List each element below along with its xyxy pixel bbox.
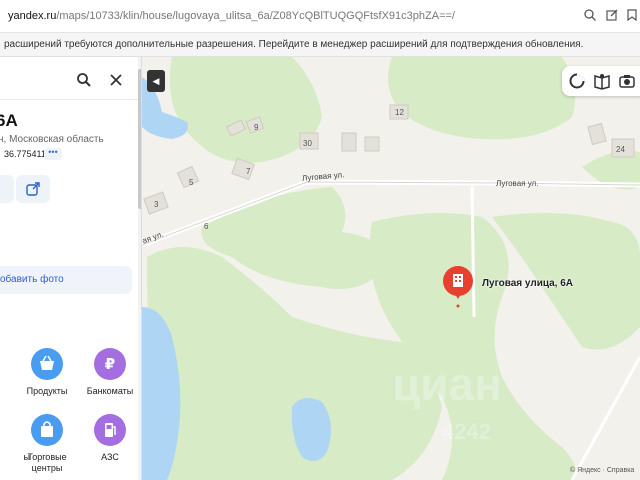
house-number: 12: [395, 108, 404, 117]
house-number: 5: [189, 178, 194, 187]
extension-notice-bar: расширений требуются дополнительные разр…: [0, 33, 640, 57]
coordinates-more-button[interactable]: •••: [44, 148, 62, 160]
coordinates[interactable]: 36.775411: [4, 149, 46, 159]
layers-icon[interactable]: [568, 72, 586, 90]
map-view[interactable]: циан 4242 12 9 30 24 5 7 3 6 Луговая ул.…: [142, 57, 640, 480]
bookmark-icon[interactable]: [624, 8, 640, 24]
watermark-sub: 4242: [442, 419, 491, 444]
zoom-icon[interactable]: [582, 8, 598, 24]
street-label: Луговая ул.: [496, 179, 539, 188]
category-fuel[interactable]: АЗС: [78, 414, 141, 463]
shopping-bag-icon: [31, 414, 63, 446]
route-button[interactable]: [0, 175, 14, 203]
edit-icon[interactable]: [604, 8, 620, 24]
house-number: 30: [303, 139, 312, 148]
ruble-icon: ₽: [94, 348, 126, 380]
road: [570, 356, 640, 480]
browser-window: yandex.ru/maps/10733/klin/house/lugovaya…: [0, 0, 640, 480]
road: [470, 183, 476, 318]
category-label: Продукты: [26, 386, 68, 396]
partial-icon: [0, 414, 14, 446]
forest-area: [388, 57, 576, 140]
share-button[interactable]: [16, 175, 50, 203]
place-subtitle: н, Московская область: [0, 134, 104, 145]
building: [176, 165, 200, 189]
panorama-icon[interactable]: [618, 72, 636, 90]
house-number: 24: [616, 145, 625, 154]
building: [587, 122, 607, 146]
notice-text: расширений требуются дополнительные разр…: [4, 39, 584, 50]
svg-text:₽: ₽: [105, 355, 115, 373]
category-atm[interactable]: ₽ Банкоматы: [78, 348, 141, 397]
category-partial[interactable]: ы: [0, 414, 30, 463]
search-row: [0, 63, 136, 97]
building: [341, 132, 357, 152]
collapse-sidebar-button[interactable]: ◀: [147, 70, 165, 92]
add-photo-button[interactable]: обавить фото: [0, 266, 132, 294]
house-number: 3: [154, 200, 159, 209]
map-copyright[interactable]: © Яндекс · Справка: [570, 467, 634, 474]
basket-icon: [31, 348, 63, 380]
search-icon[interactable]: [76, 72, 92, 88]
house-number: 6: [204, 222, 209, 231]
category-label: Банкоматы: [86, 386, 134, 396]
building: [364, 136, 380, 152]
category-products[interactable]: Продукты: [15, 348, 79, 397]
address-bar[interactable]: yandex.ru/maps/10733/klin/house/lugovaya…: [0, 0, 640, 33]
marker-label[interactable]: Луговая улица, 6А: [482, 278, 573, 289]
place-title: 6А: [0, 111, 18, 130]
map-book-icon[interactable]: [593, 72, 611, 90]
sidebar-panel: 6А н, Московская область 36.775411 ••• о…: [0, 57, 142, 480]
divider: [0, 99, 141, 100]
category-label: АЗС: [101, 452, 119, 462]
fuel-icon: [94, 414, 126, 446]
category-label: ы: [23, 452, 30, 462]
url-path: /maps/10733/klin/house/lugovaya_ulitsa_6…: [56, 10, 455, 22]
forest-area: [169, 57, 322, 163]
house-number: 9: [254, 123, 259, 132]
share-icon: [25, 181, 41, 202]
map-controls: [562, 66, 640, 96]
add-photo-label: обавить фото: [0, 274, 64, 285]
url-host: yandex.ru: [8, 10, 57, 22]
close-icon[interactable]: [108, 72, 124, 88]
house-number: 7: [246, 167, 251, 176]
url-text[interactable]: yandex.ru/maps/10733/klin/house/lugovaya…: [8, 10, 455, 22]
watermark: циан: [392, 358, 502, 410]
map-canvas[interactable]: [142, 57, 640, 480]
